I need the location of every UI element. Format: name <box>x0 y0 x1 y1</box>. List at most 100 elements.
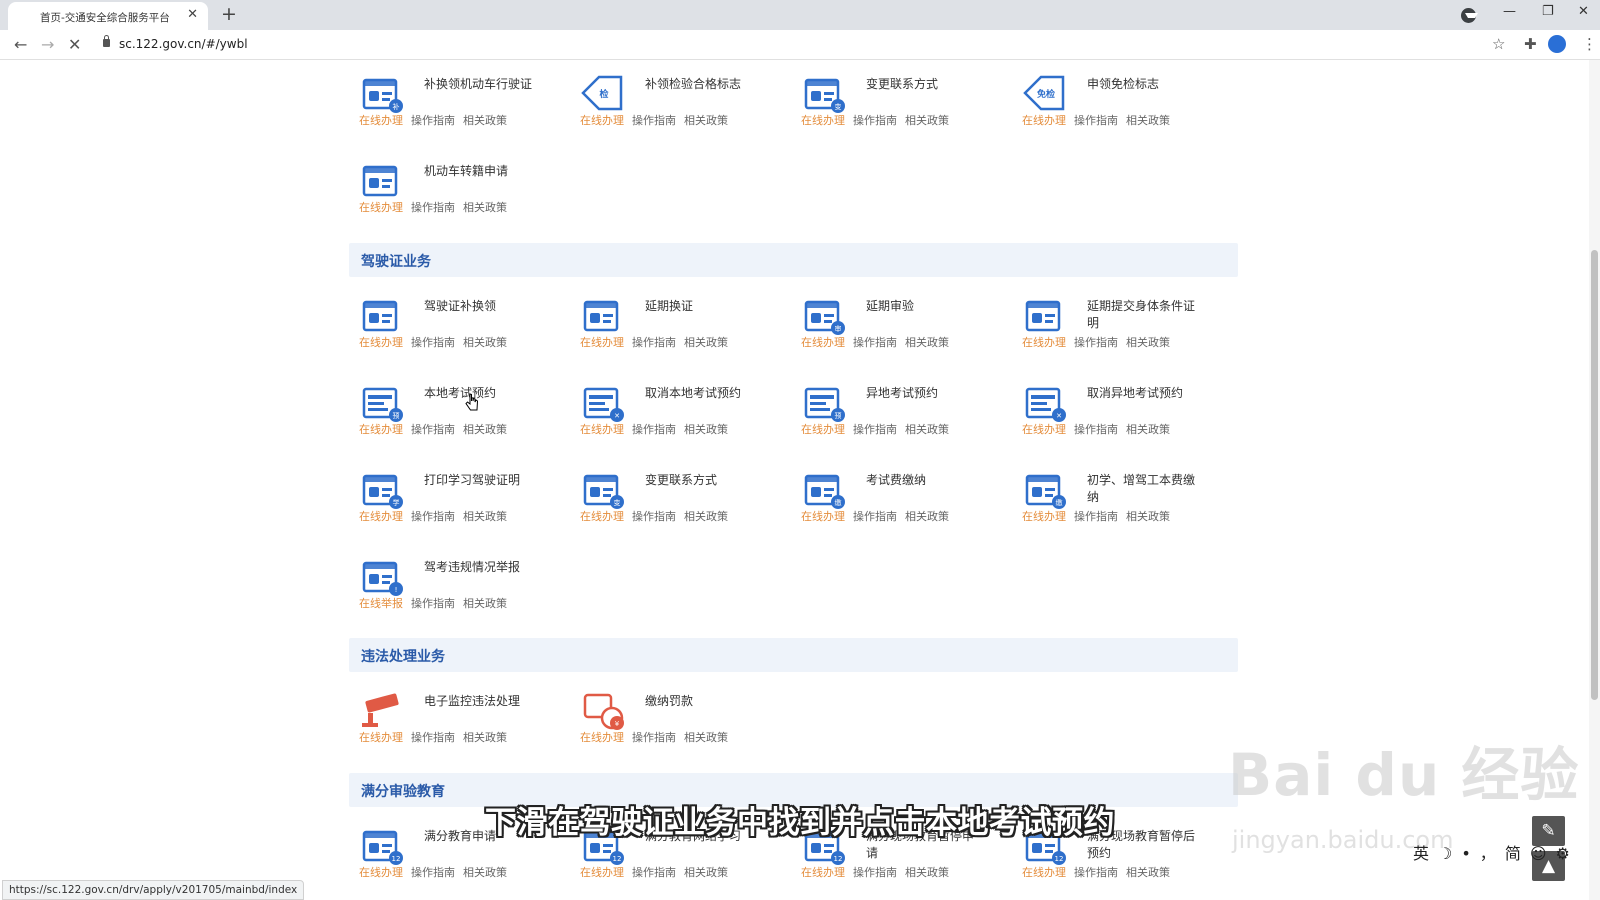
service-title[interactable]: 延期换证 <box>645 298 763 315</box>
guide-link[interactable]: 操作指南 <box>411 423 455 436</box>
vehicle-transfer-icon[interactable] <box>358 159 404 201</box>
service-item[interactable]: 变 变更联系方式 在线办理 操作指南 相关政策 <box>796 68 1011 142</box>
fine-payment-icon[interactable]: ¥ <box>579 689 625 731</box>
service-item[interactable]: ¥ 缴纳罚款 在线办理 操作指南 相关政策 <box>575 685 790 759</box>
guide-link[interactable]: 操作指南 <box>411 114 455 127</box>
ime-item[interactable]: • <box>1461 844 1470 863</box>
policy-link[interactable]: 相关政策 <box>1126 423 1170 436</box>
service-title[interactable]: 延期审验 <box>866 298 984 315</box>
policy-link[interactable]: 相关政策 <box>1126 114 1170 127</box>
restore-button[interactable]: ❐ <box>1542 4 1554 20</box>
guide-link[interactable]: 操作指南 <box>632 510 676 523</box>
guide-link[interactable]: 操作指南 <box>632 114 676 127</box>
online-handle-link[interactable]: 在线办理 <box>1022 114 1066 127</box>
online-handle-link[interactable]: 在线办理 <box>359 866 403 879</box>
online-handle-link[interactable]: 在线办理 <box>580 114 624 127</box>
service-item[interactable]: 免检 申领免检标志 在线办理 操作指南 相关政策 <box>1017 68 1232 142</box>
online-handle-link[interactable]: 在线办理 <box>801 510 845 523</box>
exam-booking-icon[interactable]: 预 <box>358 381 404 423</box>
policy-link[interactable]: 相关政策 <box>1126 866 1170 879</box>
policy-link[interactable]: 相关政策 <box>905 336 949 349</box>
guide-link[interactable]: 操作指南 <box>411 510 455 523</box>
service-title[interactable]: 驾考违规情况举报 <box>424 559 542 576</box>
service-item[interactable]: ✕ 取消本地考试预约在线办理 操作指南 相关政策 <box>575 377 790 451</box>
guide-link[interactable]: 操作指南 <box>411 201 455 214</box>
service-title[interactable]: 补领检验合格标志 <box>645 76 763 93</box>
address-bar[interactable]: sc.122.gov.cn/#/ywbl <box>119 37 248 51</box>
new-tab-button[interactable]: + <box>221 3 237 25</box>
bookmark-star-icon[interactable]: ☆ <box>1492 35 1505 53</box>
policy-link[interactable]: 相关政策 <box>463 866 507 879</box>
exempt-tag-icon[interactable]: 免检 <box>1021 72 1067 114</box>
online-handle-link[interactable]: 在线办理 <box>1022 866 1066 879</box>
guide-link[interactable]: 操作指南 <box>411 336 455 349</box>
service-title[interactable]: 取消本地考试预约 <box>645 385 763 402</box>
remote-calendar-cancel-icon[interactable]: ✕ <box>1021 381 1067 423</box>
policy-link[interactable]: 相关政策 <box>463 597 507 610</box>
guide-link[interactable]: 操作指南 <box>1074 336 1118 349</box>
online-handle-link[interactable]: 在线办理 <box>359 114 403 127</box>
service-item[interactable]: 预 异地考试预约 在线办理 操作指南 相关政策 <box>796 377 1011 451</box>
service-item[interactable]: 缴 初学、增驾工本费缴纳 在线办理 操作指南 相关政策 <box>1017 464 1232 538</box>
guide-link[interactable]: 操作指南 <box>411 597 455 610</box>
service-item[interactable]: 检 补领检验合格标志 在线办理 操作指南 相关政策 <box>575 68 790 142</box>
policy-link[interactable]: 相关政策 <box>463 510 507 523</box>
service-item[interactable]: 变 变更联系方式 在线办理 操作指南 相关政策 <box>575 464 790 538</box>
guide-link[interactable]: 操作指南 <box>632 336 676 349</box>
online-handle-link[interactable]: 在线办理 <box>359 731 403 744</box>
online-handle-link[interactable]: 在线办理 <box>801 423 845 436</box>
service-title[interactable]: 初学、增驾工本费缴纳 <box>1087 472 1205 506</box>
service-title[interactable]: 机动车转籍申请 <box>424 163 542 180</box>
service-item[interactable]: 预 本地考试预约 在线办理 操作指南 相关政策 <box>354 377 569 451</box>
guide-link[interactable]: 操作指南 <box>1074 423 1118 436</box>
online-handle-link[interactable]: 在线办理 <box>1022 423 1066 436</box>
online-handle-link[interactable]: 在线办理 <box>359 423 403 436</box>
guide-link[interactable]: 操作指南 <box>853 114 897 127</box>
online-handle-link[interactable]: 在线办理 <box>359 201 403 214</box>
online-handle-link[interactable]: 在线办理 <box>580 423 624 436</box>
online-handle-link[interactable]: 在线办理 <box>359 336 403 349</box>
calendar-cancel-icon[interactable]: ✕ <box>579 381 625 423</box>
policy-link[interactable]: 相关政策 <box>463 201 507 214</box>
service-item[interactable]: ! 驾考违规情况举报 在线举报 操作指南 相关政策 <box>354 551 569 625</box>
report-icon[interactable]: ! <box>358 555 404 597</box>
review-delay-icon[interactable]: 审 <box>800 294 846 336</box>
guide-link[interactable]: 操作指南 <box>1074 114 1118 127</box>
policy-link[interactable]: 相关政策 <box>463 114 507 127</box>
scrollbar-thumb[interactable] <box>1591 250 1598 700</box>
service-item[interactable]: 学 打印学习驾驶证明 在线办理 操作指南 相关政策 <box>354 464 569 538</box>
tab-close-icon[interactable]: ✕ <box>187 8 198 22</box>
online-handle-link[interactable]: 在线办理 <box>580 731 624 744</box>
guide-link[interactable]: 操作指南 <box>411 731 455 744</box>
inspection-tag-icon[interactable]: 检 <box>579 72 625 114</box>
policy-link[interactable]: 相关政策 <box>1126 510 1170 523</box>
remote-exam-booking-icon[interactable]: 预 <box>800 381 846 423</box>
guide-link[interactable]: 操作指南 <box>632 866 676 879</box>
service-item[interactable]: ✕ 取消异地考试预约在线办理 操作指南 相关政策 <box>1017 377 1232 451</box>
online-handle-link[interactable]: 在线办理 <box>580 866 624 879</box>
online-handle-link[interactable]: 在线办理 <box>1022 336 1066 349</box>
guide-link[interactable]: 操作指南 <box>853 423 897 436</box>
service-title[interactable]: 本地考试预约 <box>424 385 542 402</box>
guide-link[interactable]: 操作指南 <box>853 510 897 523</box>
online-handle-link[interactable]: 在线办理 <box>1022 510 1066 523</box>
online-handle-link[interactable]: 在线办理 <box>359 510 403 523</box>
service-item[interactable]: 电子监控违法处理 在线办理 操作指南 相关政策 <box>354 685 569 759</box>
service-title[interactable]: 打印学习驾驶证明 <box>424 472 542 489</box>
avatar[interactable] <box>1548 35 1566 53</box>
service-item[interactable]: 审 延期审验 在线办理 操作指南 相关政策 <box>796 290 1011 364</box>
service-item[interactable]: 缴 考试费缴纳 在线办理 操作指南 相关政策 <box>796 464 1011 538</box>
policy-link[interactable]: 相关政策 <box>905 114 949 127</box>
service-title[interactable]: 取消异地考试预约 <box>1087 385 1205 402</box>
guide-link[interactable]: 操作指南 <box>632 423 676 436</box>
license-card-icon[interactable]: 补 <box>358 72 404 114</box>
ime-item[interactable]: ⚙ <box>1556 844 1570 863</box>
policy-link[interactable]: 相关政策 <box>684 866 728 879</box>
minimize-button[interactable]: — <box>1503 4 1516 20</box>
policy-link[interactable]: 相关政策 <box>463 336 507 349</box>
policy-link[interactable]: 相关政策 <box>684 423 728 436</box>
guide-link[interactable]: 操作指南 <box>411 866 455 879</box>
exam-fee-icon[interactable]: 缴 <box>800 468 846 510</box>
service-title[interactable]: 变更联系方式 <box>645 472 763 489</box>
policy-link[interactable]: 相关政策 <box>905 423 949 436</box>
